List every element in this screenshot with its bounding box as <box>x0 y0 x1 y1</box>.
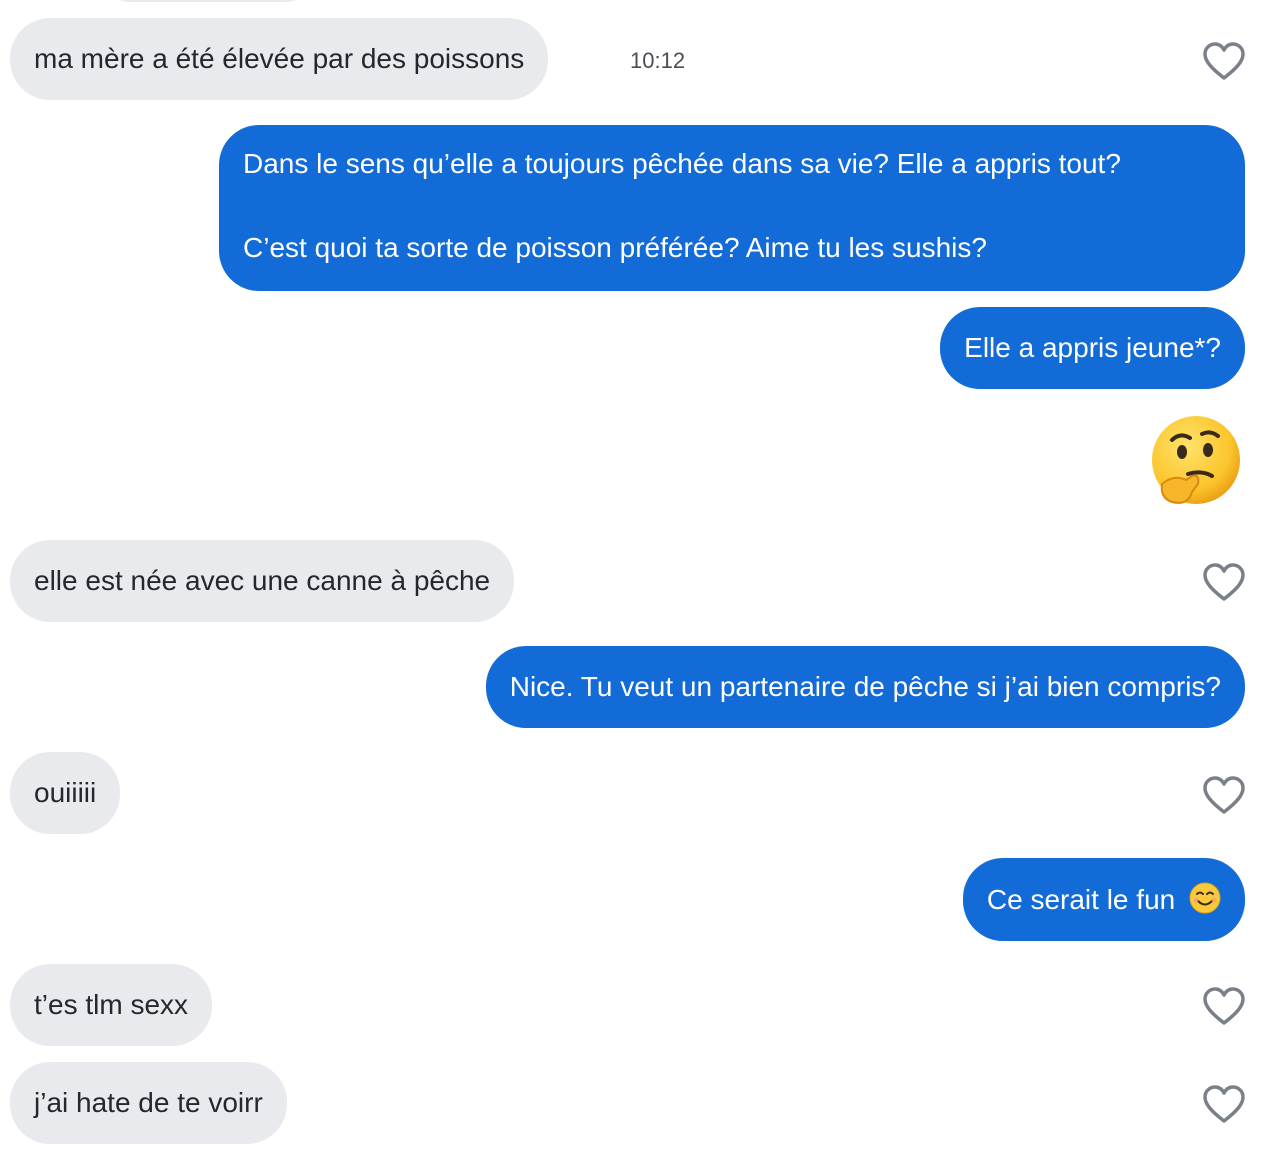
outgoing-message[interactable]: Dans le sens qu’elle a toujours pêchée d… <box>219 125 1245 291</box>
incoming-message[interactable]: elle est née avec une canne à pêche <box>10 540 515 622</box>
thinking-face-icon[interactable] <box>1148 414 1244 510</box>
outgoing-message[interactable]: Ce serait le fun <box>962 858 1245 941</box>
message-text: elle est née avec une canne à pêche <box>34 565 491 596</box>
message-text-line-1: Dans le sens qu’elle a toujours pêchée d… <box>243 148 1121 179</box>
message-text-line-2: C’est quoi ta sorte de poisson préférée?… <box>243 232 987 263</box>
like-heart-icon[interactable] <box>1203 42 1245 82</box>
incoming-message[interactable]: j’ai hate de te voirr <box>10 1062 287 1144</box>
incoming-message[interactable]: t’es tlm sexx <box>10 964 213 1046</box>
like-heart-icon[interactable] <box>1203 987 1245 1027</box>
message-text: Elle a appris jeune*? <box>964 332 1221 363</box>
previous-message-bubble-edge <box>100 0 315 2</box>
like-heart-icon[interactable] <box>1203 1085 1245 1125</box>
message-text: Nice. Tu veut un partenaire de pêche si … <box>509 671 1221 702</box>
outgoing-message[interactable]: Nice. Tu veut un partenaire de pêche si … <box>485 646 1245 728</box>
outgoing-message[interactable]: Elle a appris jeune*? <box>940 307 1245 389</box>
message-text: Ce serait le fun <box>986 884 1176 915</box>
message-text: ouiiiii <box>34 777 97 808</box>
like-heart-icon[interactable] <box>1203 563 1245 603</box>
incoming-message[interactable]: ouiiiii <box>10 752 121 834</box>
message-timestamp: 10:12 <box>630 48 686 73</box>
like-heart-icon[interactable] <box>1203 776 1245 816</box>
message-text: j’ai hate de te voirr <box>34 1087 263 1118</box>
incoming-message[interactable]: ma mère a été élevée par des poissons <box>10 18 549 100</box>
chat-thread: ma mère a été élevée par des poissons 10… <box>0 0 1266 1156</box>
smiling-face-icon <box>1189 882 1221 914</box>
message-text: t’es tlm sexx <box>34 989 189 1020</box>
message-text: ma mère a été élevée par des poissons <box>34 43 525 74</box>
